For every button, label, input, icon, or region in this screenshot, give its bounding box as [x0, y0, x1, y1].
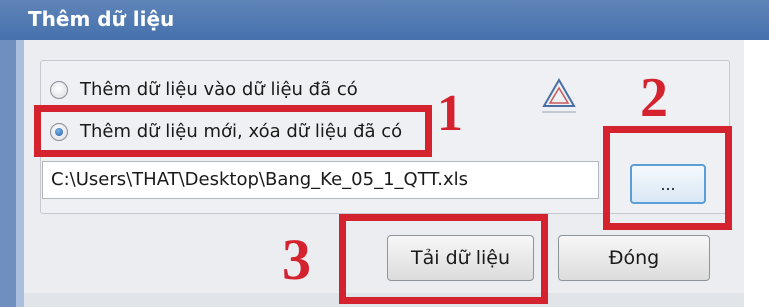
file-path-field[interactable]: C:\Users\THAT\Desktop\Bang_Ke_05_1_QTT.x… [42, 161, 599, 199]
highlight-box-step2 [603, 126, 732, 230]
window-frame-left-inner [16, 40, 24, 307]
radio-append-indicator[interactable] [50, 80, 68, 99]
dialog-titlebar: Thêm dữ liệu [0, 0, 769, 41]
highlight-box-step3 [339, 214, 548, 304]
step-number-3: 3 [282, 227, 311, 292]
highlight-box-step1 [34, 105, 432, 157]
step-number-2: 2 [640, 67, 668, 129]
triangle-logo-icon [542, 77, 576, 113]
close-button[interactable]: Đóng [558, 235, 710, 281]
radio-append-label: Thêm dữ liệu vào dữ liệu đã có [80, 79, 358, 100]
window-frame-right [744, 40, 769, 307]
dialog-title: Thêm dữ liệu [28, 7, 175, 31]
radio-append-data[interactable]: Thêm dữ liệu vào dữ liệu đã có [50, 79, 358, 100]
step-number-1: 1 [437, 85, 463, 142]
